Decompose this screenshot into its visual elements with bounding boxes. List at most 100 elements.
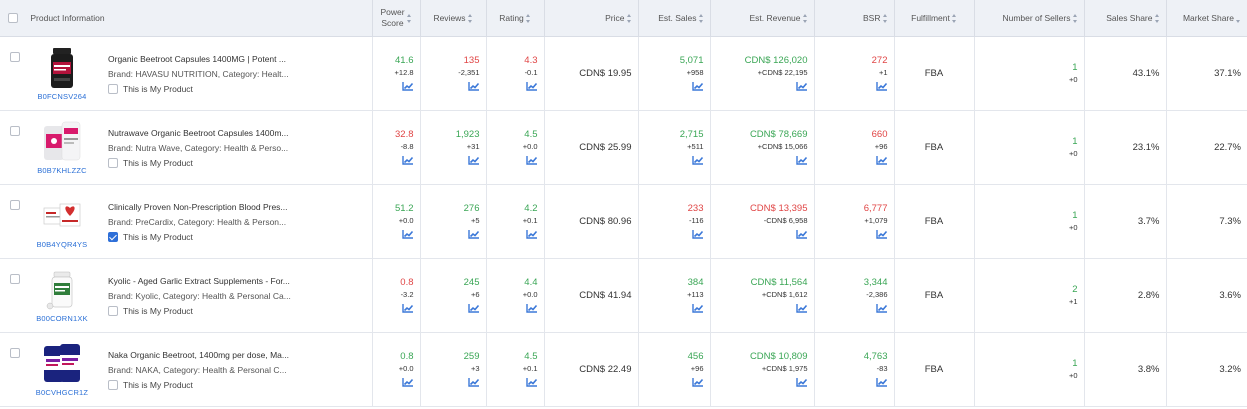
bsr-delta: -2,386: [866, 289, 888, 299]
trend-chart-icon[interactable]: [795, 155, 808, 165]
est-revenue-cell: CDN$ 126,020 +CDN$ 22,195: [710, 36, 815, 111]
my-product-checkbox[interactable]: [108, 380, 118, 390]
trend-chart-icon[interactable]: [467, 303, 480, 313]
product-asin-link[interactable]: B0CVHGCR1Z: [36, 388, 88, 397]
table-row[interactable]: B0B7KHLZZC Nutrawave Organic Beetroot Ca…: [0, 110, 1247, 185]
col-power-score[interactable]: Power Score: [372, 0, 421, 37]
table-row[interactable]: B0FCNSV264 Organic Beetroot Capsules 140…: [0, 36, 1247, 111]
market-share-cell: 22.7%: [1166, 110, 1247, 185]
sort-icon[interactable]: [698, 14, 704, 24]
my-product-toggle[interactable]: This is My Product: [108, 380, 313, 390]
trend-chart-icon[interactable]: [525, 81, 538, 91]
row-select-checkbox[interactable]: [10, 274, 20, 284]
sort-icon[interactable]: [802, 14, 808, 24]
power-score-cell: 51.2 +0.0: [372, 184, 421, 259]
trend-chart-icon[interactable]: [401, 81, 414, 91]
trend-chart-icon[interactable]: [525, 377, 538, 387]
trend-chart-icon[interactable]: [795, 81, 808, 91]
power-score-cell: 0.8 +0.0: [372, 332, 421, 407]
product-image[interactable]: [42, 342, 82, 386]
trend-chart-icon[interactable]: [875, 229, 888, 239]
my-product-checkbox[interactable]: [108, 306, 118, 316]
col-est-sales[interactable]: Est. Sales: [638, 0, 711, 37]
trend-chart-icon[interactable]: [691, 229, 704, 239]
product-title[interactable]: Organic Beetroot Capsules 1400MG | Poten…: [108, 53, 313, 65]
row-select-checkbox[interactable]: [10, 348, 20, 358]
col-rating[interactable]: Rating: [486, 0, 545, 37]
product-title[interactable]: Kyolic - Aged Garlic Extract Supplements…: [108, 275, 313, 287]
trend-chart-icon[interactable]: [795, 303, 808, 313]
product-image[interactable]: [42, 120, 82, 164]
col-est-revenue[interactable]: Est. Revenue: [710, 0, 815, 37]
sort-icon[interactable]: [951, 14, 957, 24]
reviews-cell: 259 +3: [420, 332, 487, 407]
trend-chart-icon[interactable]: [467, 229, 480, 239]
sort-icon[interactable]: [882, 14, 888, 24]
col-reviews[interactable]: Reviews: [420, 0, 487, 37]
table-row[interactable]: B0CVHGCR1Z Naka Organic Beetroot, 1400mg…: [0, 332, 1247, 407]
product-cell: B0FCNSV264 Organic Beetroot Capsules 140…: [0, 36, 373, 111]
col-fulfillment[interactable]: Fulfillment: [894, 0, 975, 37]
product-title[interactable]: Nutrawave Organic Beetroot Capsules 1400…: [108, 127, 313, 139]
my-product-toggle[interactable]: This is My Product: [108, 84, 313, 94]
trend-chart-icon[interactable]: [467, 377, 480, 387]
trend-chart-icon[interactable]: [525, 155, 538, 165]
product-asin-link[interactable]: B0B4YQR4YS: [37, 240, 88, 249]
trend-chart-icon[interactable]: [401, 377, 414, 387]
col-bsr[interactable]: BSR: [814, 0, 895, 37]
select-all-checkbox[interactable]: [8, 13, 18, 24]
rating-value: 4.5: [524, 128, 538, 140]
my-product-checkbox[interactable]: [108, 84, 118, 94]
col-sales-share[interactable]: Sales Share: [1084, 0, 1167, 37]
product-image[interactable]: [42, 46, 82, 90]
trend-chart-icon[interactable]: [875, 377, 888, 387]
table-row[interactable]: B00CORN1XK Kyolic - Aged Garlic Extract …: [0, 258, 1247, 333]
trend-chart-icon[interactable]: [467, 155, 480, 165]
col-market-share[interactable]: Market Share: [1166, 0, 1247, 37]
product-image[interactable]: [42, 268, 82, 312]
sort-icon[interactable]: [1154, 14, 1160, 24]
trend-chart-icon[interactable]: [525, 303, 538, 313]
my-product-toggle[interactable]: This is My Product: [108, 158, 313, 168]
sales-share-value: 3.7%: [1137, 215, 1160, 227]
col-product-information[interactable]: Product Information: [0, 0, 373, 37]
trend-chart-icon[interactable]: [875, 81, 888, 91]
trend-chart-icon[interactable]: [691, 377, 704, 387]
sort-desc-icon[interactable]: [1236, 14, 1241, 24]
reviews-delta: +5: [470, 215, 480, 225]
trend-chart-icon[interactable]: [401, 303, 414, 313]
my-product-toggle[interactable]: This is My Product: [108, 232, 313, 242]
my-product-checkbox[interactable]: [108, 232, 118, 242]
trend-chart-icon[interactable]: [795, 229, 808, 239]
trend-chart-icon[interactable]: [691, 155, 704, 165]
trend-chart-icon[interactable]: [401, 229, 414, 239]
col-number-of-sellers[interactable]: Number of Sellers: [974, 0, 1085, 37]
trend-chart-icon[interactable]: [875, 303, 888, 313]
product-title[interactable]: Naka Organic Beetroot, 1400mg per dose, …: [108, 349, 313, 361]
product-asin-link[interactable]: B0FCNSV264: [37, 92, 86, 101]
product-asin-link[interactable]: B0B7KHLZZC: [37, 166, 87, 175]
product-image[interactable]: [42, 194, 82, 238]
sort-icon[interactable]: [1072, 14, 1078, 24]
trend-chart-icon[interactable]: [875, 155, 888, 165]
col-price[interactable]: Price: [544, 0, 639, 37]
sort-icon[interactable]: [406, 13, 412, 23]
sort-icon[interactable]: [467, 14, 473, 24]
trend-chart-icon[interactable]: [525, 229, 538, 239]
trend-chart-icon[interactable]: [691, 303, 704, 313]
row-select-checkbox[interactable]: [10, 52, 20, 62]
trend-chart-icon[interactable]: [401, 155, 414, 165]
product-asin-link[interactable]: B00CORN1XK: [36, 314, 88, 323]
my-product-toggle[interactable]: This is My Product: [108, 306, 313, 316]
row-select-checkbox[interactable]: [10, 200, 20, 210]
table-row[interactable]: B0B4YQR4YS Clinically Proven Non-Prescri…: [0, 184, 1247, 259]
my-product-checkbox[interactable]: [108, 158, 118, 168]
trend-chart-icon[interactable]: [795, 377, 808, 387]
trend-chart-icon[interactable]: [467, 81, 480, 91]
sort-icon[interactable]: [626, 14, 632, 24]
row-select-checkbox[interactable]: [10, 126, 20, 136]
trend-chart-icon[interactable]: [691, 81, 704, 91]
market-share-value: 7.3%: [1219, 215, 1241, 227]
product-title[interactable]: Clinically Proven Non-Prescription Blood…: [108, 201, 313, 213]
sort-icon[interactable]: [525, 14, 531, 24]
